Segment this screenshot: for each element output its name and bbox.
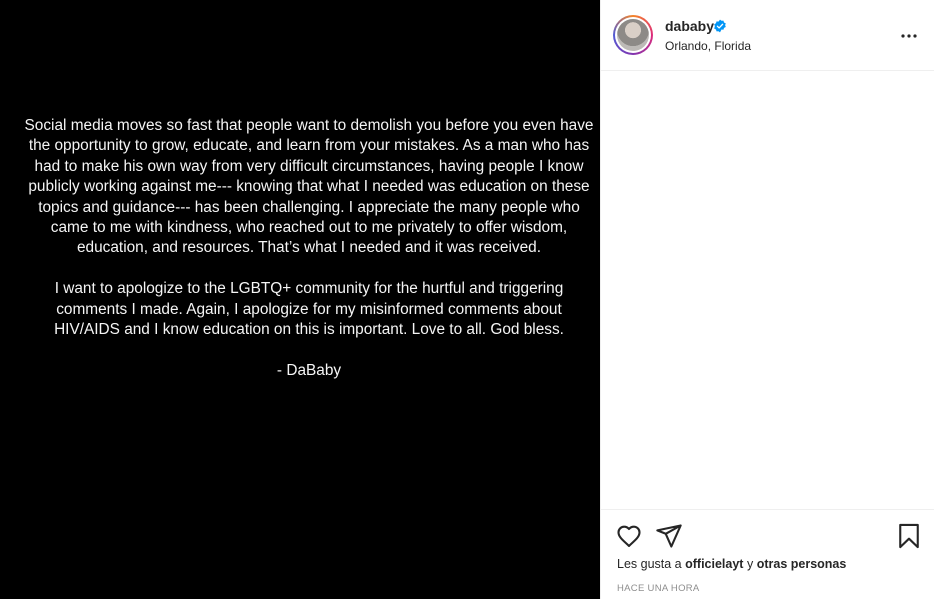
likes-summary: Les gusta a officielayt y otras personas <box>617 557 846 571</box>
story-ring[interactable] <box>613 15 653 55</box>
likes-prefix: Les gusta a <box>617 557 682 571</box>
liker-username-link[interactable]: officielayt <box>685 557 743 571</box>
post-timestamp[interactable]: HACE UNA HORA <box>617 583 700 594</box>
more-options-icon <box>901 34 917 38</box>
post-signature: - DaBaby <box>276 361 342 379</box>
avatar <box>617 19 649 51</box>
post-paragraph: Social media moves so fast that people w… <box>24 117 594 257</box>
post-image: Social media moves so fast that people w… <box>0 0 600 599</box>
paper-plane-icon[interactable] <box>655 522 683 550</box>
more-options-button[interactable] <box>897 26 921 46</box>
post-paragraph: I want to apologize to the LGBTQ+ commun… <box>54 280 564 339</box>
location-link[interactable]: Orlando, Florida <box>665 39 751 53</box>
post-header: dababy Orlando, Florida <box>601 0 934 71</box>
post-actions: Les gusta a officielayt y otras personas… <box>601 509 934 599</box>
verified-badge-icon <box>714 19 726 33</box>
bookmark-icon[interactable] <box>895 522 923 550</box>
likes-connector: y <box>746 557 754 571</box>
heart-icon[interactable] <box>615 522 643 550</box>
username-link[interactable]: dababy <box>665 18 714 34</box>
post-sidebar: dababy Orlando, Florida Les gusta a offi… <box>600 0 934 599</box>
other-likers-link[interactable]: otras personas <box>757 557 847 571</box>
post-caption-text: Social media moves so fast that people w… <box>22 116 596 381</box>
